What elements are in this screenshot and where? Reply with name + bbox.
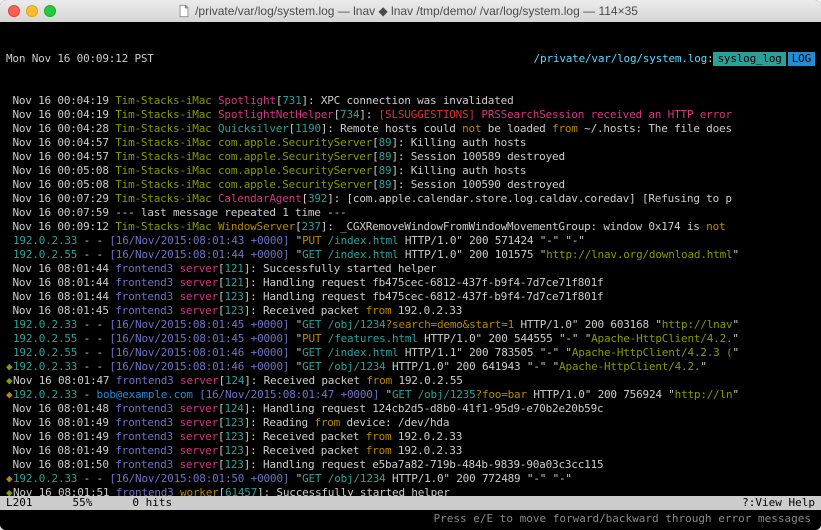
log-line: ◆192.0.2.33 - - [16/Nov/2015:08:01:50 +0… — [6, 472, 815, 486]
log-line: 192.0.2.55 - - [16/Nov/2015:08:01:45 +00… — [6, 332, 815, 346]
log-line: 192.0.2.33 - - [16/Nov/2015:08:01:43 +00… — [6, 234, 815, 248]
terminal-window: /private/var/log/system.log — lnav ◆ lna… — [0, 0, 821, 530]
log-line: Nov 16 00:04:28 Tim-Stacks-iMac Quicksil… — [6, 122, 815, 136]
log-line: Nov 16 00:07:29 Tim-Stacks-iMac Calendar… — [6, 192, 815, 206]
log-line: 192.0.2.55 - - [16/Nov/2015:08:01:46 +00… — [6, 346, 815, 360]
log-line: Nov 16 08:01:44 frontend3 server[121]: S… — [6, 262, 815, 276]
log-line: Nov 16 08:01:44 frontend3 server[123]: H… — [6, 290, 815, 304]
log-line: Nov 16 08:01:49 frontend3 server[123]: R… — [6, 430, 815, 444]
log-line: Nov 16 08:01:49 frontend3 server[123]: R… — [6, 416, 815, 430]
search-hits: 0 hits — [132, 496, 172, 510]
mode-badge: LOG — [788, 52, 815, 66]
file-path: /private/var/log/system.log — [534, 52, 707, 66]
log-line: Nov 16 08:01:44 frontend3 server[121]: H… — [6, 276, 815, 290]
terminal-body[interactable]: Mon Nov 16 00:09:12 PST /private/var/log… — [0, 22, 821, 496]
log-line: Nov 16 00:05:08 Tim-Stacks-iMac com.appl… — [6, 164, 815, 178]
log-line: ◆Nov 16 08:01:47 frontend3 server[124]: … — [6, 374, 815, 388]
log-line: ◆192.0.2.33 - - [16/Nov/2015:08:01:46 +0… — [6, 360, 815, 374]
log-line: Nov 16 00:04:57 Tim-Stacks-iMac com.appl… — [6, 150, 815, 164]
format-badge: syslog_log — [713, 52, 785, 66]
log-line: Nov 16 08:01:49 frontend3 server[123]: R… — [6, 444, 815, 458]
document-icon — [177, 4, 191, 18]
titlebar: /private/var/log/system.log — lnav ◆ lna… — [0, 0, 821, 22]
log-line: Nov 16 00:07:59 --- last message repeate… — [6, 206, 815, 220]
scroll-pct: 55% — [73, 496, 93, 510]
help-hint: ?:View Help — [742, 496, 815, 510]
log-line: 192.0.2.55 - - [16/Nov/2015:08:01:44 +00… — [6, 248, 815, 262]
window-title: /private/var/log/system.log — lnav ◆ lna… — [2, 4, 813, 19]
log-line: Nov 16 00:05:08 Tim-Stacks-iMac com.appl… — [6, 178, 815, 192]
log-line: 192.0.2.33 - - [16/Nov/2015:08:01:45 +00… — [6, 318, 815, 332]
log-line: ◆192.0.2.33 - bob@example.com [16/Nov/20… — [6, 388, 815, 402]
log-line: Nov 16 00:09:12 Tim-Stacks-iMac WindowSe… — [6, 220, 815, 234]
log-line: Nov 16 00:04:19 Tim-Stacks-iMac Spotligh… — [6, 108, 815, 122]
log-line: ◆Nov 16 08:01:51 frontend3 worker[61457]… — [6, 486, 815, 496]
log-lines: Nov 16 00:04:19 Tim-Stacks-iMac Spotligh… — [6, 94, 815, 496]
log-line: Nov 16 00:04:57 Tim-Stacks-iMac com.appl… — [6, 136, 815, 150]
log-line: Nov 16 08:01:45 frontend3 server[123]: R… — [6, 304, 815, 318]
header-line: Mon Nov 16 00:09:12 PST /private/var/log… — [6, 52, 815, 66]
log-line: Nov 16 08:01:48 frontend3 server[124]: H… — [6, 402, 815, 416]
log-line: Nov 16 00:04:19 Tim-Stacks-iMac Spotligh… — [6, 94, 815, 108]
status-bar: L201 55% 0 hits ?:View Help — [0, 496, 821, 510]
line-pos: L201 — [6, 496, 33, 510]
help-bar: Press e/E to move forward/backward throu… — [0, 510, 821, 530]
log-line: Nov 16 08:01:50 frontend3 server[123]: H… — [6, 458, 815, 472]
